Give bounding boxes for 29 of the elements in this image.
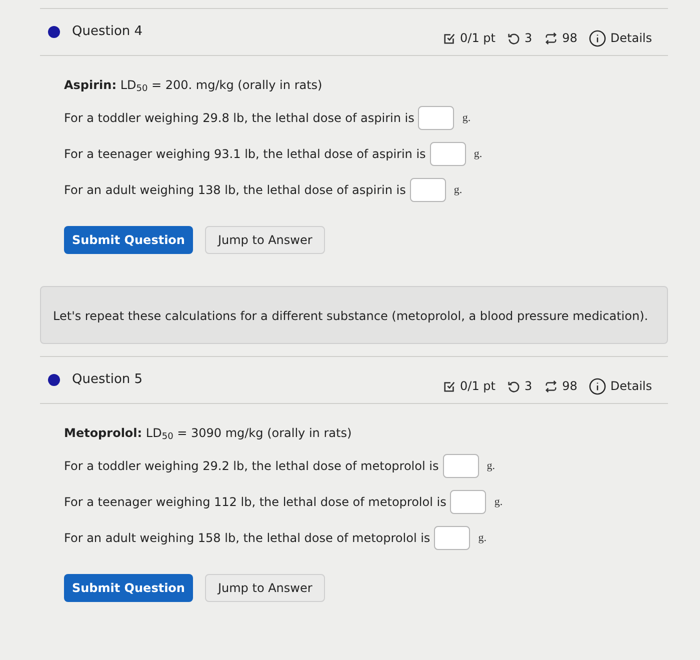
retries-count: 3	[524, 378, 532, 395]
submissions-count: 98	[562, 378, 578, 395]
details-link[interactable]: Details	[610, 377, 652, 395]
question-title: Question 4	[72, 23, 143, 42]
jump-button[interactable]: Jump to Answer	[204, 574, 326, 602]
retries-count: 3	[524, 30, 532, 47]
question-title: Question 5	[72, 371, 143, 390]
unit-label: g.	[486, 458, 495, 474]
jump-button[interactable]: Jump to Answer	[204, 226, 326, 254]
question-text: For a toddler weighing 29.2 lb, the lethal dose of metoprolol is	[64, 458, 439, 475]
question-text: For an adult weighing 138 lb, the lethal dose of aspirin is	[64, 182, 406, 199]
score-text: 0/1 pt	[460, 30, 496, 47]
question-text: For a toddler weighing 29.8 lb, the lethal dose of aspirin is	[64, 110, 414, 127]
unit-label: g.	[494, 494, 503, 510]
question-text: For a teenager weighing 112 lb, the lethal dose of metoprolol is	[64, 494, 446, 511]
details-link[interactable]: Details	[610, 29, 652, 47]
question-text: For a teenager weighing 93.1 lb, the lethal dose of aspirin is	[64, 146, 426, 163]
unit-label: g.	[462, 110, 471, 126]
unit-label: g.	[454, 182, 462, 198]
submit-button[interactable]: Submit Question	[64, 226, 193, 254]
submit-button[interactable]: Submit Question	[64, 574, 193, 602]
unit-label: g.	[478, 530, 486, 546]
score-text: 0/1 pt	[460, 378, 496, 395]
submissions-count: 98	[562, 30, 578, 47]
question-text: For an adult weighing 158 lb, the lethal dose of metoprolol is	[64, 530, 430, 547]
substance-info: Metoprolol: LD$_{50}$ = 3090 mg/kg (orally in rats)	[64, 425, 353, 442]
unit-label: g.	[474, 146, 482, 162]
note-text: Let's repeat these calculations for a different substance (metoprolol, a blood pressure medication).	[53, 309, 648, 323]
substance-info: Aspirin: LD$_{50}$ = 200. mg/kg (orally in rats)	[64, 77, 324, 94]
